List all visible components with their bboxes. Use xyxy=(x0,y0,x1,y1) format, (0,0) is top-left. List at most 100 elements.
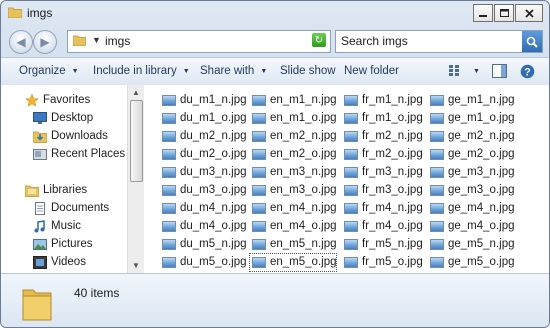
file-item[interactable]: fr_m4_o.jpg xyxy=(341,217,429,236)
file-item[interactable]: fr_m1_o.jpg xyxy=(341,109,429,128)
file-item[interactable]: du_m3_n.jpg xyxy=(159,163,247,182)
close-button[interactable] xyxy=(515,4,543,22)
nav-item-documents[interactable]: Documents xyxy=(1,200,127,218)
title-bar[interactable]: imgs xyxy=(1,1,549,27)
folder-icon xyxy=(22,289,52,321)
file-item[interactable]: fr_m5_n.jpg xyxy=(341,235,429,254)
file-item[interactable]: ge_m2_o.jpg xyxy=(427,145,515,164)
content-area: Favorites Desktop Downloads Recent Place… xyxy=(1,85,549,273)
breadcrumb-chevron-icon[interactable]: ▼ xyxy=(92,35,101,45)
file-item[interactable]: fr_m3_o.jpg xyxy=(341,181,429,200)
file-name: ge_m3_n.jpg xyxy=(448,166,515,178)
jpg-file-icon xyxy=(162,149,176,160)
file-item[interactable]: ge_m3_o.jpg xyxy=(427,181,515,200)
jpg-file-icon xyxy=(162,131,176,142)
nav-item-downloads[interactable]: Downloads xyxy=(1,128,127,146)
file-item[interactable]: du_m4_n.jpg xyxy=(159,199,247,218)
view-dropdown-icon[interactable]: ▼ xyxy=(473,68,480,75)
file-item[interactable]: fr_m4_n.jpg xyxy=(341,199,429,218)
file-item[interactable]: du_m2_o.jpg xyxy=(159,145,247,164)
file-item[interactable]: en_m4_n.jpg xyxy=(249,199,337,218)
nav-item-pictures[interactable]: Pictures xyxy=(1,236,127,254)
scroll-up-icon[interactable]: ▲ xyxy=(128,85,144,100)
dropdown-arrow-icon: ▼ xyxy=(71,68,79,75)
preview-pane-icon[interactable] xyxy=(492,64,507,78)
file-item[interactable]: en_m1_o.jpg xyxy=(249,109,337,128)
search-button[interactable] xyxy=(522,31,542,52)
item-count: 40 items xyxy=(74,286,120,300)
file-item[interactable]: du_m3_o.jpg xyxy=(159,181,247,200)
nav-label: Music xyxy=(51,220,82,232)
nav-item-videos[interactable]: Videos xyxy=(1,254,127,272)
file-item[interactable]: en_m2_o.jpg xyxy=(249,145,337,164)
scroll-down-icon[interactable]: ▼ xyxy=(128,258,144,273)
breadcrumb-path[interactable]: imgs xyxy=(105,34,130,48)
nav-item-desktop[interactable]: Desktop xyxy=(1,110,127,128)
file-name: du_m4_n.jpg xyxy=(180,202,247,214)
minimize-button[interactable] xyxy=(473,4,493,22)
scroll-thumb[interactable] xyxy=(130,100,143,182)
include-in-library-menu[interactable]: Include in library ▼ xyxy=(93,65,190,77)
maximize-icon xyxy=(499,9,509,17)
nav-item-libraries[interactable]: Libraries xyxy=(1,182,127,200)
file-name: en_m4_n.jpg xyxy=(270,202,337,214)
file-name: en_m5_o.jpg xyxy=(270,256,337,268)
forward-button[interactable]: ▶ xyxy=(33,30,57,54)
help-icon[interactable]: ? xyxy=(520,64,535,79)
slide-show-button[interactable]: Slide show xyxy=(280,65,336,77)
file-item[interactable]: en_m4_o.jpg xyxy=(249,217,337,236)
folder-icon xyxy=(8,7,22,18)
file-item[interactable]: ge_m3_n.jpg xyxy=(427,163,515,182)
file-item[interactable]: du_m1_o.jpg xyxy=(159,109,247,128)
file-item[interactable]: du_m2_n.jpg xyxy=(159,127,247,146)
file-name: ge_m5_o.jpg xyxy=(448,256,515,268)
nav-item-favorites[interactable]: Favorites xyxy=(1,92,127,110)
back-button[interactable]: ◀ xyxy=(9,30,33,54)
organize-label: Organize xyxy=(19,65,66,77)
file-item[interactable]: en_m2_n.jpg xyxy=(249,127,337,146)
file-item[interactable]: ge_m4_o.jpg xyxy=(427,217,515,236)
file-item[interactable]: fr_m1_n.jpg xyxy=(341,91,429,110)
nav-item-recent-places[interactable]: Recent Places xyxy=(1,146,127,164)
nav-scrollbar[interactable]: ▲ ▼ xyxy=(127,85,144,273)
file-item[interactable]: en_m1_n.jpg xyxy=(249,91,337,110)
organize-menu[interactable]: Organize ▼ xyxy=(19,65,79,77)
file-item[interactable]: fr_m3_n.jpg xyxy=(341,163,429,182)
file-name: fr_m2_n.jpg xyxy=(362,130,423,142)
file-item[interactable]: fr_m2_o.jpg xyxy=(341,145,429,164)
file-item[interactable]: ge_m1_o.jpg xyxy=(427,109,515,128)
file-item[interactable]: du_m4_o.jpg xyxy=(159,217,247,236)
file-item[interactable]: en_m3_n.jpg xyxy=(249,163,337,182)
file-item[interactable]: en_m5_o.jpg xyxy=(249,253,337,272)
refresh-button[interactable]: ↻ xyxy=(312,33,326,47)
file-item[interactable]: ge_m5_o.jpg xyxy=(427,253,515,272)
nav-label: Desktop xyxy=(51,112,94,124)
file-item[interactable]: ge_m1_n.jpg xyxy=(427,91,515,110)
new-folder-button[interactable]: New folder xyxy=(344,65,399,77)
file-item[interactable]: en_m5_n.jpg xyxy=(249,235,337,254)
address-bar[interactable]: ▼ imgs ▼ xyxy=(67,30,331,53)
search-input[interactable]: Search imgs xyxy=(341,34,408,48)
file-item[interactable]: en_m3_o.jpg xyxy=(249,181,337,200)
file-name: du_m5_o.jpg xyxy=(180,256,247,268)
jpg-file-icon xyxy=(162,185,176,196)
share-with-menu[interactable]: Share with ▼ xyxy=(200,65,267,77)
search-box[interactable]: Search imgs xyxy=(335,30,543,53)
file-item[interactable]: du_m5_o.jpg xyxy=(159,253,247,272)
file-item[interactable]: fr_m5_o.jpg xyxy=(341,253,429,272)
documents-icon xyxy=(35,202,45,215)
file-item[interactable]: ge_m4_n.jpg xyxy=(427,199,515,218)
file-item[interactable]: fr_m2_n.jpg xyxy=(341,127,429,146)
file-list: du_m1_n.jpg en_m1_n.jpg fr_m1_n.jpg ge_m1_n… xyxy=(151,85,549,273)
file-name: du_m5_n.jpg xyxy=(180,238,247,250)
file-item[interactable]: du_m1_n.jpg xyxy=(159,91,247,110)
view-options-icon[interactable] xyxy=(449,64,463,77)
downloads-icon xyxy=(33,131,47,143)
file-item[interactable]: ge_m2_n.jpg xyxy=(427,127,515,146)
file-item[interactable]: du_m5_n.jpg xyxy=(159,235,247,254)
maximize-button[interactable] xyxy=(494,4,514,22)
file-name: du_m2_o.jpg xyxy=(180,148,247,160)
file-item[interactable]: ge_m5_n.jpg xyxy=(427,235,515,254)
nav-label: Downloads xyxy=(51,130,108,142)
nav-item-music[interactable]: Music xyxy=(1,218,127,236)
